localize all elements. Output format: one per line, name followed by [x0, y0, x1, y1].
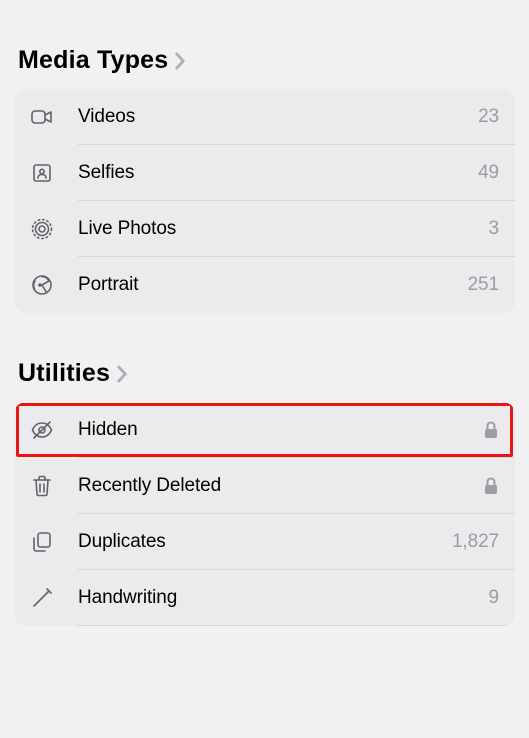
- list-row-handwriting[interactable]: Handwriting 9: [14, 570, 515, 626]
- list-row-videos[interactable]: Videos 23: [14, 89, 515, 145]
- list-row-portrait[interactable]: Portrait 251: [14, 257, 515, 313]
- list-row-label: Selfies: [78, 162, 478, 184]
- list-row-label: Videos: [78, 106, 478, 128]
- chevron-right-icon: [116, 365, 128, 383]
- section-title: Media Types: [18, 46, 168, 75]
- list-row-count: 23: [478, 106, 499, 128]
- selfie-icon: [30, 161, 64, 185]
- list-row-count: 49: [478, 162, 499, 184]
- media-types-list: Videos 23 Selfies 49 Liv: [14, 89, 515, 313]
- list-row-recently-deleted[interactable]: Recently Deleted: [14, 458, 515, 514]
- section-header-media-types[interactable]: Media Types: [0, 0, 529, 75]
- list-row-hidden[interactable]: Hidden: [14, 402, 515, 458]
- trash-icon: [30, 474, 64, 498]
- list-row-duplicates[interactable]: Duplicates 1,827: [14, 514, 515, 570]
- list-row-label: Duplicates: [78, 531, 452, 553]
- section-header-utilities[interactable]: Utilities: [0, 359, 529, 388]
- section-title: Utilities: [18, 359, 110, 388]
- list-row-count: 1,827: [452, 531, 499, 553]
- list-row-label: Handwriting: [78, 587, 489, 609]
- utilities-list: Hidden Recently Deleted: [14, 402, 515, 626]
- list-row-label: Portrait: [78, 274, 468, 296]
- duplicate-icon: [30, 530, 64, 554]
- pencil-icon: [30, 586, 64, 610]
- chevron-right-icon: [174, 52, 186, 70]
- lock-icon: [483, 476, 499, 496]
- list-row-count: 251: [468, 274, 499, 296]
- list-row-selfies[interactable]: Selfies 49: [14, 145, 515, 201]
- video-icon: [30, 105, 64, 129]
- aperture-icon: [30, 273, 64, 297]
- list-row-live-photos[interactable]: Live Photos 3: [14, 201, 515, 257]
- list-row-count: 3: [489, 218, 499, 240]
- eye-slash-icon: [30, 418, 64, 442]
- list-row-count: 9: [489, 587, 499, 609]
- list-row-label: Recently Deleted: [78, 475, 483, 497]
- lock-icon: [483, 420, 499, 440]
- list-row-label: Live Photos: [78, 218, 489, 240]
- live-photos-icon: [30, 217, 64, 241]
- list-row-label: Hidden: [78, 419, 483, 441]
